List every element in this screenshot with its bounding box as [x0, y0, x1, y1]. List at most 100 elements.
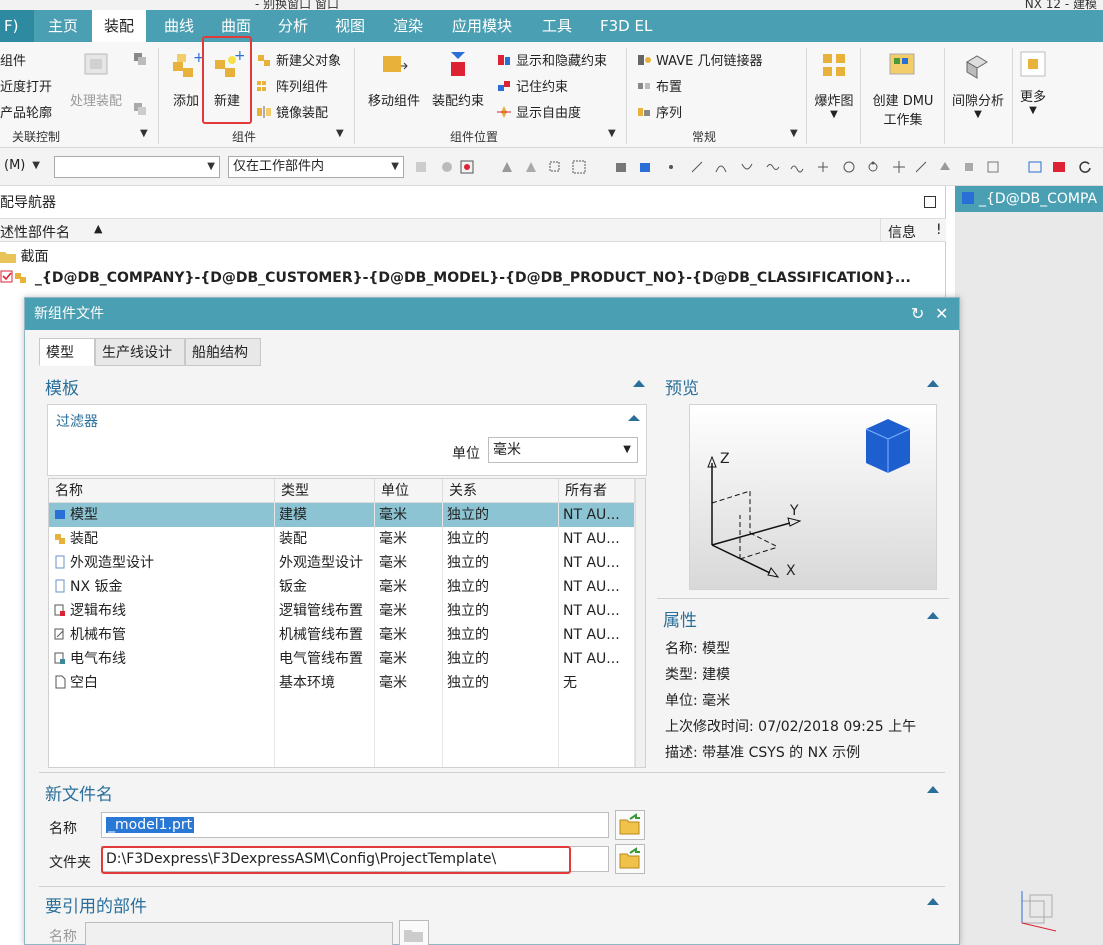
graphics-window[interactable]: _{D@DB_COMPA: [955, 186, 1103, 945]
maximize-icon[interactable]: [924, 196, 936, 208]
column-name[interactable]: 述性部件名: [0, 222, 70, 242]
point-tool-icon[interactable]: [664, 160, 678, 174]
recent-open-button[interactable]: 近度打开: [0, 76, 52, 95]
selection-scope-dropdown[interactable]: 仅在工作部件内 ▼: [228, 156, 404, 178]
table-row[interactable]: 空白 基本环境 毫米 独立的 无: [49, 671, 645, 695]
exploded-view-button[interactable]: 爆炸图 ▼: [810, 50, 858, 120]
lasso-tool-icon[interactable]: [548, 160, 562, 174]
unit-dropdown[interactable]: 毫米 ▼: [488, 437, 638, 463]
arrangement-button[interactable]: 布置: [636, 76, 682, 95]
tab-model[interactable]: 模型: [39, 338, 95, 366]
column-header-relation[interactable]: 关系: [443, 479, 559, 503]
circle-point-tool-icon[interactable]: [842, 160, 856, 174]
array-component-button[interactable]: 阵列组件: [256, 76, 328, 95]
column-info[interactable]: 信息: [888, 222, 916, 242]
tab-applications[interactable]: 应用模块: [440, 10, 524, 42]
table-row[interactable]: 逻辑布线 逻辑管线布置 毫米 独立的 NT AU...: [49, 599, 645, 623]
table-row[interactable]: 装配 装配 毫米 独立的 NT AU...: [49, 527, 645, 551]
face-tool-icon[interactable]: [938, 160, 952, 174]
pick-tool-icon[interactable]: [500, 160, 514, 174]
wave-curve-tool-icon[interactable]: [790, 160, 804, 174]
pick-tool-icon-2[interactable]: [524, 160, 538, 174]
select-tool-icon[interactable]: [414, 160, 428, 174]
component-button[interactable]: 组件: [0, 50, 26, 69]
tab-view[interactable]: 视图: [323, 10, 377, 42]
graphics-tab[interactable]: _{D@DB_COMPA: [955, 186, 1103, 212]
clearance-analysis-button[interactable]: 间隙分析 ▼: [946, 50, 1010, 120]
close-icon[interactable]: ✕: [935, 304, 948, 323]
body-tool-icon[interactable]: [638, 160, 652, 174]
view-tool-icon[interactable]: [1028, 160, 1042, 174]
add-component-button[interactable]: + 添加: [166, 50, 206, 109]
tab-render[interactable]: 渲染: [381, 10, 435, 42]
table-row[interactable]: NX 钣金 钣金 毫米 独立的 NT AU...: [49, 575, 645, 599]
tab-f3d-el[interactable]: F3D EL: [588, 10, 664, 42]
collapse-icon[interactable]: [927, 898, 939, 905]
tab-tools[interactable]: 工具: [530, 10, 584, 42]
group-component-dropdown-icon[interactable]: ▼: [336, 128, 344, 139]
group-position-dropdown-icon[interactable]: ▼: [608, 128, 616, 139]
move-component-button[interactable]: 移动组件: [362, 50, 426, 109]
browse-name-button[interactable]: [615, 810, 645, 840]
line-tool-icon[interactable]: [690, 160, 704, 174]
collapse-icon[interactable]: [927, 786, 939, 793]
curve-tool-icon[interactable]: [714, 160, 728, 174]
tab-production-line[interactable]: 生产线设计: [95, 338, 185, 366]
image-tool-icon[interactable]: [1052, 160, 1066, 174]
tab-assembly[interactable]: 装配: [92, 10, 147, 42]
collapse-icon[interactable]: [628, 415, 640, 421]
ref-name-input[interactable]: [85, 922, 393, 945]
mirror-assembly-button[interactable]: 镜像装配: [256, 102, 328, 121]
refresh-icon[interactable]: [1078, 160, 1092, 174]
group-related-dropdown-icon[interactable]: ▼: [140, 128, 148, 139]
reset-icon[interactable]: ↻: [911, 304, 924, 323]
tree-node-section[interactable]: 截面: [0, 246, 48, 266]
tab-file[interactable]: F): [0, 10, 34, 42]
column-header-type[interactable]: 类型: [275, 479, 375, 503]
table-scrollbar[interactable]: [635, 479, 645, 767]
group-general-dropdown-icon[interactable]: ▼: [790, 128, 798, 139]
arc-tool-icon[interactable]: [740, 160, 754, 174]
snap-tool-icon[interactable]: [440, 160, 454, 174]
tab-home[interactable]: 主页: [36, 10, 90, 42]
column-header-unit[interactable]: 单位: [375, 479, 443, 503]
menu-dropdown[interactable]: (M) ▼: [0, 156, 44, 178]
feature-tool-icon[interactable]: [962, 160, 976, 174]
create-dmu-workset-button[interactable]: 创建 DMU 工作集: [866, 50, 940, 128]
new-parent-button[interactable]: 新建父对象: [256, 50, 341, 69]
column-header-owner[interactable]: 所有者: [559, 479, 635, 503]
collapse-icon[interactable]: [927, 380, 939, 387]
more-button[interactable]: 更多 ▼: [1014, 50, 1052, 116]
show-dof-button[interactable]: 显示自由度: [496, 102, 581, 121]
column-header-name[interactable]: 名称: [49, 479, 275, 503]
table-row[interactable]: 机械布管 机械管线布置 毫米 独立的 NT AU...: [49, 623, 645, 647]
rectangle-select-icon[interactable]: [572, 160, 586, 174]
browse-ref-button[interactable]: [399, 920, 429, 945]
show-hide-constraint-button[interactable]: 显示和隐藏约束: [496, 50, 607, 69]
filter-tool-icon[interactable]: [460, 160, 474, 174]
file-name-input[interactable]: _model1.prt: [101, 812, 609, 838]
product-outline-button[interactable]: 产品轮廓: [0, 102, 52, 121]
type-filter-dropdown[interactable]: ▼: [54, 156, 220, 178]
table-row[interactable]: 外观造型设计 外观造型设计 毫米 独立的 NT AU...: [49, 551, 645, 575]
tab-curve[interactable]: 曲线: [152, 10, 206, 42]
quadrant-tool-icon[interactable]: [866, 160, 880, 174]
slash-tool-icon[interactable]: [914, 160, 928, 174]
sequence-button[interactable]: 序列: [636, 102, 682, 121]
tree-node-root-assembly[interactable]: _{D@DB_COMPANY}-{D@DB_CUSTOMER}-{D@DB_MO…: [0, 270, 911, 286]
tab-ship-structure[interactable]: 船舶结构: [185, 338, 261, 366]
assembly-constraint-button[interactable]: 装配约束: [428, 50, 488, 109]
table-row[interactable]: 电气布线 电气管线布置 毫米 独立的 NT AU...: [49, 647, 645, 671]
table-row[interactable]: 模型 建模 毫米 独立的 NT AU...: [49, 503, 645, 527]
wave-linker-button[interactable]: WAVE 几何链接器: [636, 50, 762, 69]
tab-analysis[interactable]: 分析: [266, 10, 320, 42]
column-extra[interactable]: !: [936, 222, 942, 238]
process-assembly-button[interactable]: 处理装配: [64, 50, 128, 109]
spline-tool-icon[interactable]: [766, 160, 780, 174]
plus-tool-icon[interactable]: [892, 160, 906, 174]
mid-point-tool-icon[interactable]: [816, 160, 830, 174]
sort-ascending-icon[interactable]: ▲: [94, 222, 102, 235]
cube-tool-icon[interactable]: [614, 160, 628, 174]
collapse-icon[interactable]: [633, 380, 645, 387]
grid-tool-icon[interactable]: [986, 160, 1000, 174]
